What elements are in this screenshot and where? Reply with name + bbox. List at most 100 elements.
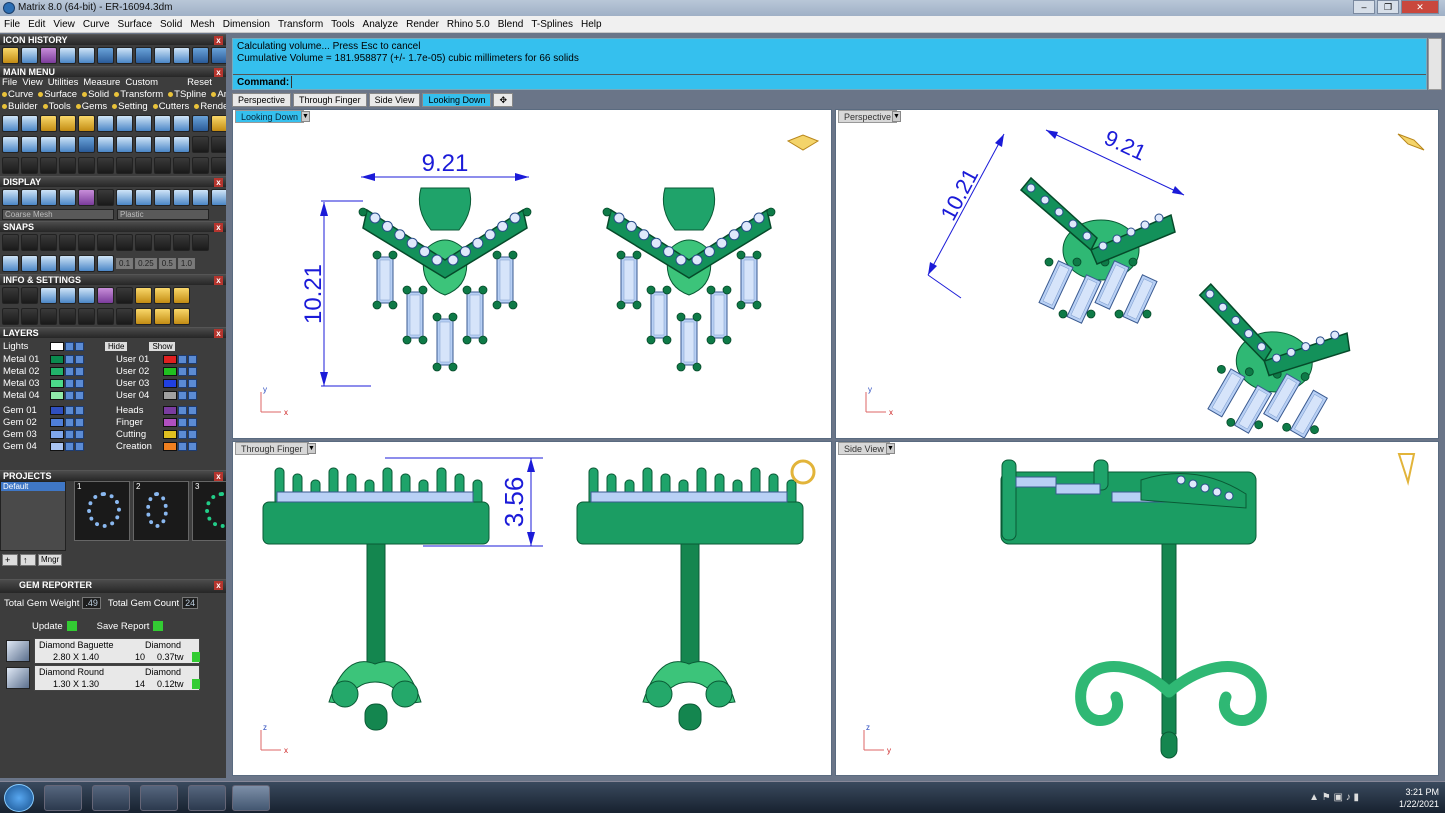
gem-row[interactable]: Diamond Round 1.30 X 1.30 Diamond 14 0.12tw [2, 665, 224, 692]
tool-icon[interactable] [116, 157, 133, 174]
tool-icon[interactable] [2, 136, 19, 153]
menu-transform[interactable]: Transform [278, 19, 323, 30]
taskbar-explorer-icon[interactable] [44, 785, 82, 811]
layer-row[interactable]: Cutting [113, 428, 226, 440]
tool-icon[interactable] [173, 287, 190, 304]
menu-t-splines[interactable]: T-Splines [531, 19, 573, 30]
tool-icon[interactable] [154, 157, 171, 174]
layer-visible-icon[interactable] [178, 417, 187, 427]
tool-icon[interactable] [2, 234, 19, 251]
tool-icon[interactable] [135, 47, 152, 64]
ring-navigator-icon[interactable] [790, 459, 816, 485]
close-icon[interactable]: x [214, 276, 223, 285]
viewport-through-finger[interactable]: 3.56 z x Through Finger ▼ [232, 441, 832, 776]
tool-icon[interactable] [21, 287, 38, 304]
viewport-side-view[interactable]: zy Side View ▼ [835, 441, 1439, 776]
play-icon[interactable] [153, 621, 164, 631]
viewport-label[interactable]: Perspective [838, 110, 898, 123]
tool-icon[interactable] [116, 308, 133, 325]
layer-color-swatch[interactable] [50, 441, 64, 451]
snap-icon[interactable] [2, 255, 19, 272]
tab-perspective[interactable]: Perspective [232, 93, 292, 107]
tool-icon[interactable] [173, 234, 190, 251]
tool-icon[interactable] [173, 115, 190, 132]
ring-navigator-icon[interactable] [786, 134, 820, 151]
tool-icon[interactable] [173, 308, 190, 325]
tool-icon[interactable] [173, 189, 190, 206]
tool-icon[interactable] [40, 308, 57, 325]
layer-color-swatch[interactable] [50, 429, 64, 439]
layer-visible-icon[interactable] [178, 378, 187, 388]
tool-icon[interactable] [21, 136, 38, 153]
menu-dimension[interactable]: Dimension [223, 19, 270, 30]
tool-icon[interactable] [78, 308, 95, 325]
tool-icon[interactable] [40, 136, 57, 153]
project-default[interactable]: Default [1, 482, 65, 491]
layer-lock-icon[interactable] [75, 366, 84, 376]
tool-icon[interactable] [192, 189, 209, 206]
layer-row[interactable]: Metal 04 [0, 389, 113, 401]
layer-row[interactable]: User 01 [113, 353, 226, 365]
tool-icon[interactable] [40, 47, 57, 64]
tab-through-finger[interactable]: Through Finger [293, 93, 367, 107]
main-menu-item[interactable]: Curve [2, 89, 33, 101]
main-menu-item[interactable]: Gems [75, 101, 107, 113]
layer-toggle-icon[interactable] [65, 341, 74, 351]
menu-analyze[interactable]: Analyze [363, 19, 399, 30]
menu-tools[interactable]: Tools [331, 19, 354, 30]
tool-icon[interactable] [78, 287, 95, 304]
layer-color-swatch[interactable] [50, 378, 64, 388]
tool-icon[interactable] [78, 136, 95, 153]
tool-icon[interactable] [78, 47, 95, 64]
layer-lock-icon[interactable] [75, 405, 84, 415]
tool-icon[interactable] [59, 308, 76, 325]
layer-row[interactable]: User 03 [113, 377, 226, 389]
viewport-label[interactable]: Side View [838, 442, 890, 455]
tool-icon[interactable] [135, 287, 152, 304]
taskbar-v8-icon[interactable] [188, 785, 226, 811]
layer-lock-icon[interactable] [75, 417, 84, 427]
taskbar-matrix-icon[interactable] [232, 785, 270, 811]
layer-color-swatch[interactable] [163, 366, 177, 376]
tool-icon[interactable] [40, 157, 57, 174]
command-scrollbar[interactable] [1428, 38, 1442, 90]
layer-visible-icon[interactable] [65, 417, 74, 427]
ring-navigator-icon[interactable] [1397, 133, 1425, 151]
tool-icon[interactable] [135, 234, 152, 251]
tool-icon[interactable] [211, 115, 226, 132]
layer-color-swatch[interactable] [163, 354, 177, 364]
tab-looking-down[interactable]: Looking Down [422, 93, 492, 107]
layer-lock-icon[interactable] [75, 441, 84, 451]
tool-icon[interactable] [78, 234, 95, 251]
layer-color-swatch[interactable] [50, 366, 64, 376]
tool-icon[interactable] [135, 189, 152, 206]
tool-icon[interactable] [2, 189, 19, 206]
tray-icons[interactable]: ▲ ⚑ ▣ ♪ ▮ [1309, 792, 1359, 804]
menu-view[interactable]: View [53, 19, 75, 30]
snap-value[interactable]: 0.1 [116, 258, 134, 269]
snap-icon[interactable] [59, 255, 76, 272]
tool-icon[interactable] [135, 115, 152, 132]
tool-icon[interactable] [192, 234, 209, 251]
tool-icon[interactable] [116, 287, 133, 304]
tool-icon[interactable] [2, 287, 19, 304]
layer-row[interactable]: Finger [113, 416, 226, 428]
layer-visible-icon[interactable] [65, 378, 74, 388]
snap-icon[interactable] [21, 255, 38, 272]
main-menu-view[interactable]: View [22, 77, 42, 89]
main-menu-file[interactable]: File [2, 77, 17, 89]
layer-row[interactable]: Gem 02 [0, 416, 113, 428]
tool-icon[interactable] [78, 157, 95, 174]
layer-visible-icon[interactable] [178, 354, 187, 364]
main-menu-item[interactable]: TSpline [168, 89, 206, 101]
gem-row[interactable]: Diamond Baguette 2.80 X 1.40 Diamond 10 0.37… [2, 638, 224, 665]
tool-icon[interactable] [211, 47, 226, 64]
snap-icon[interactable] [78, 255, 95, 272]
tool-icon[interactable] [59, 115, 76, 132]
layer-row[interactable]: Metal 03 [0, 377, 113, 389]
tool-icon[interactable] [135, 308, 152, 325]
tool-icon[interactable] [154, 115, 171, 132]
chevron-down-icon[interactable]: ▼ [886, 443, 895, 454]
tool-icon[interactable] [135, 157, 152, 174]
close-icon[interactable]: x [214, 472, 223, 481]
